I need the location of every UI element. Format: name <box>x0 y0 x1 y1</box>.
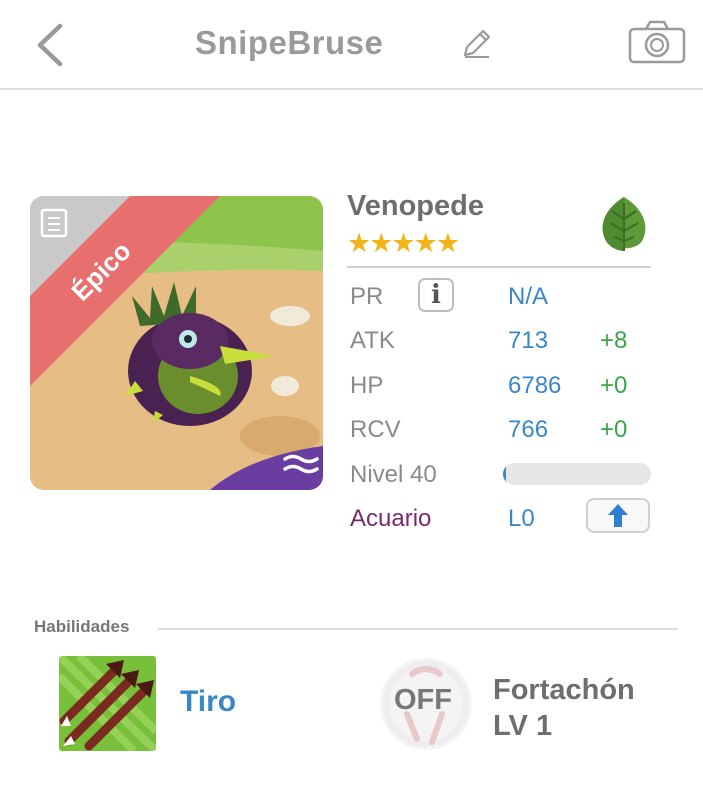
rcv-label: RCV <box>350 416 401 443</box>
leaf-icon <box>602 197 646 251</box>
atk-label: ATK <box>350 327 395 354</box>
stats-divider <box>347 266 651 268</box>
atk-value: 713 <box>508 327 549 354</box>
skill-2-level: LV 1 <box>493 710 553 742</box>
skill-2-info[interactable]: Fortachón LV 1 <box>493 672 635 744</box>
monster-artwork <box>30 196 323 490</box>
pr-label: PR <box>350 283 384 310</box>
acuario-value: L0 <box>508 505 535 532</box>
skill-1-name[interactable]: Tiro <box>180 685 236 719</box>
pr-value: N/A <box>508 283 549 310</box>
hp-value: 6786 <box>508 372 562 399</box>
star-rating: ★★★★★ <box>347 228 460 258</box>
hp-bonus: +0 <box>600 372 628 399</box>
atk-bonus: +8 <box>600 327 628 354</box>
xp-progress-fill <box>503 463 506 485</box>
chevron-left-icon[interactable] <box>30 20 70 70</box>
monster-species-name: Venopede <box>347 190 484 222</box>
rcv-bonus: +0 <box>600 416 628 443</box>
upgrade-button[interactable] <box>586 498 650 533</box>
rcv-value: 766 <box>508 416 549 443</box>
acuario-label: Acuario <box>350 505 432 532</box>
skills-section-title: Habilidades <box>34 617 130 636</box>
hp-label: HP <box>350 372 384 399</box>
top-nav-bar: SnipeBruse <box>0 0 703 90</box>
arrows-skill-icon[interactable] <box>59 656 156 751</box>
info-button[interactable]: i <box>418 278 454 312</box>
monster-nickname-title: SnipeBruse <box>195 24 384 61</box>
info-icon: i <box>431 280 441 310</box>
arrow-up-icon <box>608 504 628 527</box>
skill-off-status: OFF <box>394 684 452 716</box>
pencil-icon[interactable] <box>460 26 494 60</box>
xp-progress-bar <box>503 463 651 485</box>
level-label: Nivel 40 <box>350 461 437 488</box>
monster-portrait[interactable]: Épico <box>30 196 323 490</box>
skills-divider <box>158 628 678 630</box>
camera-icon[interactable] <box>628 20 686 64</box>
skill-2-name: Fortachón <box>493 674 635 706</box>
